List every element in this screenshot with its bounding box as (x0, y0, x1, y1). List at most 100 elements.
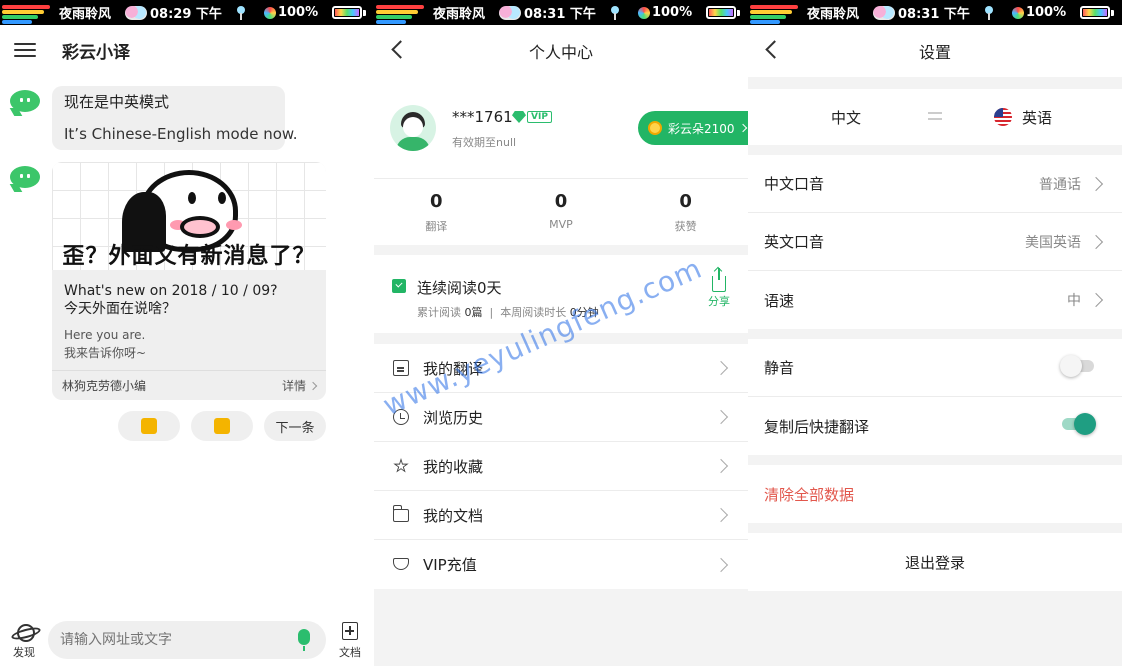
status-brand: 夜雨聆风 (433, 7, 486, 22)
toggle-settings-group: 静音 复制后快捷翻译 (748, 339, 1122, 455)
stat-mvp[interactable]: 0 MVP (499, 191, 624, 234)
document-add-icon (342, 622, 358, 640)
share-icon (712, 268, 726, 292)
vip-badge: VIP (512, 110, 552, 124)
profile-menu: 我的翻译 浏览历史 我的收藏 我的文档 VIP充值 (374, 344, 748, 589)
chevron-right-icon (738, 123, 747, 133)
menu-icon[interactable] (14, 43, 36, 57)
menu-item-my-translations[interactable]: 我的翻译 (374, 344, 748, 393)
weather-icon (499, 5, 522, 20)
share-button[interactable]: 分享 (708, 268, 730, 309)
menu-item-history[interactable]: 浏览历史 (374, 393, 748, 442)
setting-english-accent[interactable]: 英文口音 美国英语 (748, 213, 1122, 271)
clock-icon (393, 409, 409, 425)
mode-message-bubble: 现在是中英模式 It’s Chinese-English mode now. (52, 86, 298, 150)
status-bar: 夜雨聆风 08:31 下午 100% (748, 0, 1122, 25)
back-arrow-icon[interactable] (391, 40, 410, 59)
battery-percent: 100% (651, 5, 693, 20)
us-flag-icon (994, 108, 1012, 126)
logout-button[interactable]: 退出登录 (748, 533, 1122, 591)
news-card[interactable]: 歪？外面又有新消息了？ What's new on 2018 / 10 / 09… (52, 162, 326, 400)
target-language[interactable]: 英语 (1022, 107, 1052, 128)
avatar[interactable] (390, 105, 436, 151)
status-time: 08:31 下午 (499, 3, 596, 22)
battery-status-icon (637, 6, 650, 19)
menu-item-favorites[interactable]: 我的收藏 (374, 442, 748, 491)
chevron-right-icon (1088, 234, 1104, 249)
page-title: 个人中心 (528, 43, 593, 62)
calendar-check-icon (392, 279, 406, 293)
document-icon (393, 360, 409, 376)
status-brand: 夜雨聆风 (807, 7, 860, 22)
stat-translations[interactable]: 0 翻译 (374, 191, 499, 234)
profile-header: 个人中心 (374, 25, 748, 77)
chevron-right-icon (1088, 176, 1104, 191)
reading-stats: 累计阅读 0篇 | 本周阅读时长 0分钟 (417, 306, 599, 319)
card-answer: Here you are. 我来告诉你呀~ (64, 328, 147, 360)
status-time: 08:31 下午 (873, 3, 970, 22)
source-language[interactable]: 中文 (831, 107, 861, 128)
setting-chinese-accent[interactable]: 中文口音 普通话 (748, 155, 1122, 213)
page-title: 设置 (918, 43, 951, 62)
username: ***1761 (452, 108, 513, 126)
location-icon (236, 5, 246, 20)
meme-image: 歪？外面又有新消息了？ (52, 162, 326, 270)
star-icon (393, 458, 409, 473)
app-title: 彩云小译 (62, 42, 130, 63)
next-button[interactable]: 下一条 (264, 411, 326, 441)
meme-caption: 歪？外面又有新消息了？ (62, 244, 316, 269)
chevron-right-icon (308, 381, 318, 390)
vip-validity: 有效期至null (452, 136, 517, 149)
coin-icon (648, 121, 662, 135)
status-brand: 夜雨聆风 (59, 7, 112, 22)
battery-icon (332, 6, 363, 19)
brand-logo-icon (750, 0, 804, 25)
menu-item-vip-recharge[interactable]: VIP充值 (374, 540, 748, 589)
battery-percent: 100% (1025, 5, 1067, 20)
weather-icon (873, 5, 896, 20)
chevron-right-icon (1088, 292, 1104, 308)
language-pair-row: 中文 英语 (748, 89, 1122, 145)
menu-item-my-docs[interactable]: 我的文档 (374, 491, 748, 540)
chevron-right-icon (713, 557, 729, 572)
diamond-icon (393, 558, 409, 570)
stat-likes[interactable]: 0 获赞 (623, 191, 748, 234)
bot-avatar-icon (9, 166, 42, 192)
bot-avatar-icon (9, 90, 42, 116)
coins-button[interactable]: 彩云朵2100 (638, 111, 748, 145)
voice-settings-group: 中文口音 普通话 英文口音 美国英语 语速 中 (748, 155, 1122, 329)
thumbs-up-icon (141, 418, 157, 434)
quick-translate-toggle[interactable] (1062, 413, 1096, 435)
profile-screen: 夜雨聆风 08:31 下午 100% 个人中心 ***1761 VIP 有效期至… (374, 0, 748, 666)
search-input[interactable] (60, 632, 280, 648)
battery-status-icon (263, 6, 276, 19)
microphone-icon[interactable] (298, 629, 310, 651)
status-bar: 夜雨聆风 08:31 下午 100% (374, 0, 748, 25)
chat-header: 彩云小译 (0, 25, 374, 75)
chevron-right-icon (713, 458, 729, 474)
status-time: 08:29 下午 (125, 3, 222, 22)
location-icon (984, 5, 994, 20)
clear-data-button[interactable]: 清除全部数据 (748, 465, 1122, 523)
chevron-right-icon (713, 409, 729, 425)
mute-toggle[interactable] (1060, 355, 1094, 377)
chat-screen: 夜雨聆风 08:29 下午 100% 彩云小译 现在是中英模式 It’s Chi… (0, 0, 374, 666)
folder-icon (392, 505, 409, 522)
battery-status-icon (1011, 6, 1024, 19)
like-button[interactable] (118, 411, 180, 441)
diamond-icon (512, 111, 526, 123)
discover-button[interactable]: 发现 (8, 622, 40, 660)
docs-button[interactable]: 文档 (336, 622, 364, 660)
location-icon (610, 5, 620, 20)
card-footer: 林狗克劳德小编 详情 (52, 370, 326, 400)
card-detail-link[interactable]: 详情 (282, 377, 318, 394)
card-author: 林狗克劳德小编 (62, 379, 147, 393)
reading-streak: 连续阅读0天 (417, 279, 502, 297)
dislike-button[interactable] (191, 411, 253, 441)
thumbs-down-icon (214, 418, 230, 434)
profile-card: ***1761 VIP 有效期至null 彩云朵2100 0 翻译 0 MVP … (374, 77, 748, 245)
swap-icon[interactable] (928, 110, 942, 122)
setting-speech-rate[interactable]: 语速 中 (748, 271, 1122, 329)
back-arrow-icon[interactable] (765, 40, 784, 59)
brand-logo-icon (376, 0, 430, 25)
